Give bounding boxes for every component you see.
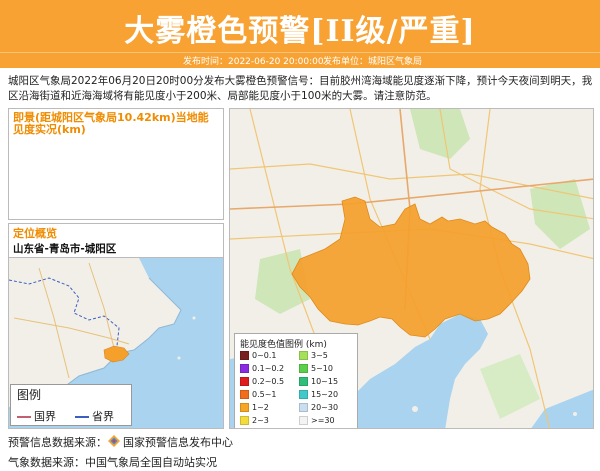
visibility-legend-item-9: 15~20: [299, 389, 338, 400]
visibility-swatch-7: [299, 364, 308, 373]
visibility-swatch-4: [240, 403, 249, 412]
warning-description: 城阳区气象局2022年06月20日20时00分发布大雾橙色预警信号：目前胶州湾海…: [8, 75, 593, 102]
visibility-legend-item-0: 0~0.1: [240, 350, 277, 361]
warning-source-name[interactable]: 国家预警信息发布中心: [123, 436, 233, 449]
legend-label-provincial-border: 省界: [92, 410, 114, 423]
visibility-swatch-6: [299, 351, 308, 360]
visibility-legend-label-8: 10~15: [311, 377, 339, 386]
visibility-legend-item-3: 0.5~1: [240, 389, 277, 400]
location-text: 山东省-青岛市-城阳区: [13, 243, 117, 255]
visibility-legend-label-6: 3~5: [311, 351, 328, 360]
visibility-swatch-3: [240, 390, 249, 399]
visibility-legend-title: 能见度色值图例 (km): [240, 340, 327, 350]
visibility-swatch-2: [240, 377, 249, 386]
warning-header: 大雾橙色预警[II级/严重]: [0, 0, 600, 52]
visibility-legend-item-2: 0.2~0.5: [240, 376, 284, 387]
visibility-swatch-9: [299, 390, 308, 399]
warning-data-source: 预警信息数据来源： 国家预警信息发布中心: [8, 434, 233, 450]
legend-item-national-border: 国界: [17, 408, 56, 424]
overview-legend-title: 图例: [17, 388, 42, 402]
legend-item-provincial-border: 省界: [75, 408, 114, 424]
visibility-legend-label-11: >=30: [311, 416, 335, 425]
provincial-border-swatch: [75, 416, 89, 418]
visibility-legend-item-11: >=30: [299, 415, 335, 426]
visibility-legend-label-2: 0.2~0.5: [252, 377, 285, 386]
visibility-swatch-5: [240, 416, 249, 425]
visibility-legend-label-10: 20~30: [311, 403, 339, 412]
warning-center-logo-icon: [108, 435, 120, 447]
instant-visibility-panel: 即景(距城阳区气象局10.42km)当地能见度实况(km): [8, 108, 224, 220]
visibility-legend-item-1: 0.1~0.2: [240, 363, 284, 374]
visibility-legend-label-5: 2~3: [252, 416, 269, 425]
visibility-swatch-11: [299, 416, 308, 425]
visibility-swatch-0: [240, 351, 249, 360]
national-border-swatch: [17, 416, 31, 418]
publish-unit: 发布单位：城阳区气象局: [323, 57, 423, 67]
publish-info-bar: 发布时间：2022-06-20 20:00:00 发布单位：城阳区气象局: [0, 52, 600, 68]
location-overview-title: 定位概览: [13, 227, 57, 240]
visibility-legend-item-8: 10~15: [299, 376, 338, 387]
location-overview-panel: 定位概览 山东省-青岛市-城阳区: [8, 223, 224, 257]
warning-title: 大雾橙色预警[II级/严重]: [124, 14, 476, 49]
overview-map-legend: 图例 国界 省界: [10, 384, 132, 426]
visibility-swatch-8: [299, 377, 308, 386]
visibility-legend: 能见度色值图例 (km) 0~0.1 0.1~0.2 0.2~0.5 0.5~1…: [234, 333, 358, 428]
visibility-legend-label-4: 1~2: [252, 403, 269, 412]
visibility-legend-label-0: 0~0.1: [252, 351, 277, 360]
visibility-legend-label-3: 0.5~1: [252, 390, 277, 399]
visibility-legend-item-7: 5~10: [299, 363, 333, 374]
visibility-legend-item-4: 1~2: [240, 402, 269, 413]
visibility-swatch-1: [240, 364, 249, 373]
fog-warning-map[interactable]: 能见度色值图例 (km) 0~0.1 0.1~0.2 0.2~0.5 0.5~1…: [229, 108, 594, 429]
visibility-legend-label-9: 15~20: [311, 390, 339, 399]
visibility-legend-item-10: 20~30: [299, 402, 338, 413]
visibility-legend-item-6: 3~5: [299, 350, 328, 361]
visibility-legend-item-5: 2~3: [240, 415, 269, 426]
visibility-swatch-10: [299, 403, 308, 412]
weather-data-source: 气象数据来源：中国气象局全国自动站实况: [8, 456, 217, 469]
instant-visibility-title: 即景(距城阳区气象局10.42km)当地能见度实况(km): [13, 111, 209, 136]
legend-label-national-border: 国界: [34, 410, 56, 423]
visibility-legend-label-1: 0.1~0.2: [252, 364, 285, 373]
warning-source-prefix: 预警信息数据来源：: [8, 436, 107, 449]
publish-time: 发布时间：2022-06-20 20:00:00: [183, 57, 324, 67]
visibility-legend-label-7: 5~10: [311, 364, 333, 373]
